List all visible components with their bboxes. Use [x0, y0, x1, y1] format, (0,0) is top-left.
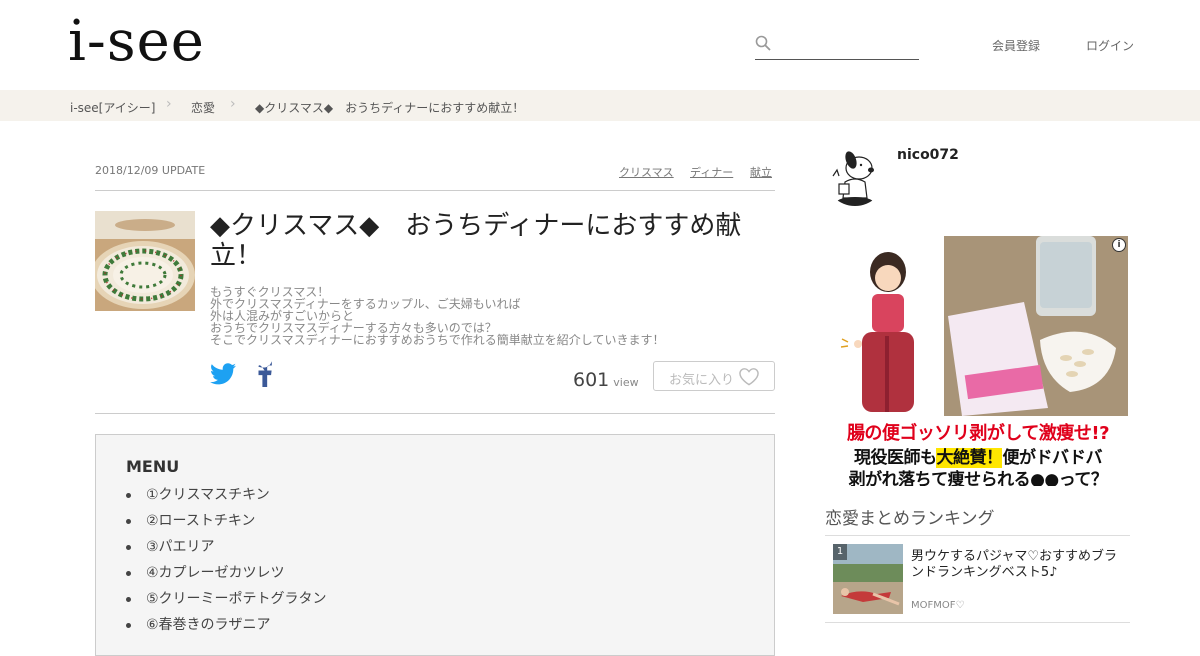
- avatar[interactable]: [825, 146, 885, 206]
- twitter-icon[interactable]: [210, 362, 236, 386]
- view-count: 601 view: [573, 369, 639, 391]
- login-link[interactable]: ログイン: [1086, 37, 1134, 54]
- ad-info-icon[interactable]: i: [1112, 238, 1126, 252]
- search-icon[interactable]: [755, 35, 771, 51]
- tag-dinner[interactable]: ディナー: [690, 164, 733, 180]
- toc-item[interactable]: ④カプレーゼカツレツ: [126, 563, 327, 589]
- article-thumbnail: [95, 211, 195, 311]
- ad-photo: [944, 236, 1128, 416]
- breadcrumb-home[interactable]: i-see[アイシー]: [70, 99, 155, 116]
- table-of-contents: MENU ①クリスマスチキン ②ローストチキン ③パエリア ④カプレーゼカツレツ…: [95, 434, 775, 656]
- favorite-button[interactable]: お気に入り: [653, 361, 775, 391]
- author-name[interactable]: nico072: [897, 147, 959, 163]
- ranking-title: 恋愛まとめランキング: [825, 509, 995, 529]
- facebook-icon[interactable]: [257, 361, 273, 387]
- divider: [825, 535, 1130, 536]
- ranking-number: 1: [833, 544, 847, 560]
- search-box[interactable]: [755, 30, 919, 60]
- tag-menu[interactable]: 献立: [750, 164, 772, 180]
- heart-icon: [739, 368, 759, 386]
- divider: [95, 413, 775, 414]
- register-link[interactable]: 会員登録: [992, 37, 1040, 54]
- toc-item[interactable]: ⑤クリーミーポテトグラタン: [126, 589, 327, 615]
- chevron-right-icon: ›: [230, 96, 236, 112]
- breadcrumb-current: ◆クリスマス◆ おうちディナーにおすすめ献立！: [255, 101, 525, 115]
- ad-illustration: [828, 236, 944, 416]
- article-description: もうすぐクリスマス！ 外でクリスマスディナーをするカップル、ご夫婦もいれば 外は…: [210, 286, 770, 346]
- toc-list: ①クリスマスチキン ②ローストチキン ③パエリア ④カプレーゼカツレツ ⑤クリー…: [126, 485, 327, 641]
- breadcrumb: i-see[アイシー] › 恋愛 › ◆クリスマス◆ おうちディナーにおすすめ献…: [0, 90, 1200, 121]
- ranking-item-author[interactable]: MOFMOF♡: [911, 600, 964, 611]
- toc-item[interactable]: ①クリスマスチキン: [126, 485, 327, 511]
- tag-christmas[interactable]: クリスマス: [619, 164, 674, 180]
- site-header: i-see 会員登録 ログイン: [0, 0, 1200, 90]
- description-line: そこでクリスマスディナーにおすすめおうちで作れる簡単献立を紹介していきます！: [210, 333, 665, 347]
- divider: [825, 622, 1130, 623]
- article-title: ◆クリスマス◆ おうちディナーにおすすめ献立！: [210, 211, 742, 271]
- toc-heading: MENU: [126, 457, 180, 476]
- breadcrumb-category[interactable]: 恋愛: [191, 99, 215, 116]
- advertisement[interactable]: i 腸の便ゴッソリ剥がして激痩せ!? 現役医師も大絶賛！便がドバドバ 剥がれ落ち…: [828, 236, 1128, 486]
- toc-item[interactable]: ⑥春巻きのラザニア: [126, 615, 327, 641]
- site-logo[interactable]: i-see: [68, 14, 205, 70]
- view-count-unit: view: [613, 376, 639, 389]
- toc-item[interactable]: ③パエリア: [126, 537, 327, 563]
- search-input[interactable]: [779, 34, 918, 56]
- favorite-label: お気に入り: [669, 373, 735, 388]
- toc-item[interactable]: ②ローストチキン: [126, 511, 327, 537]
- divider: [95, 190, 775, 191]
- ad-headline: 腸の便ゴッソリ剥がして激痩せ!?: [846, 423, 1110, 444]
- ad-tagline: 剥がれ落ちて痩せられる●●って？: [848, 470, 1108, 486]
- chevron-right-icon: ›: [166, 96, 172, 112]
- ranking-item-title[interactable]: 男ウケするパジャマ♡おすすめブランドランキングベスト5♪: [911, 549, 1126, 581]
- view-count-number: 601: [573, 369, 610, 391]
- article-date: 2018/12/09 UPDATE: [95, 164, 206, 177]
